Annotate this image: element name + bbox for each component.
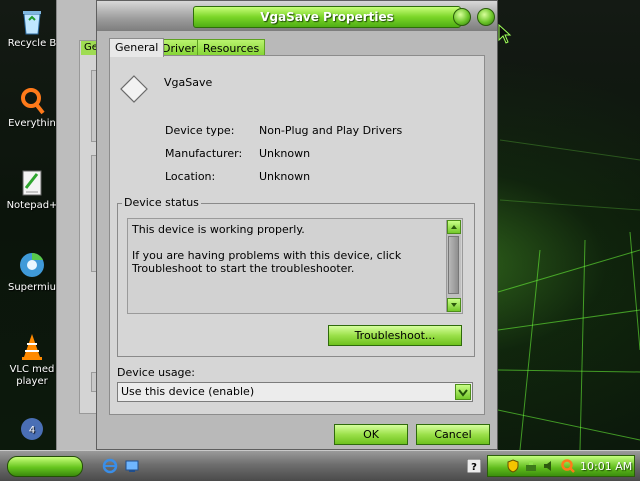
system-tray: 10:01 AM [487, 455, 635, 477]
volume-icon[interactable] [542, 459, 556, 473]
svg-text:4: 4 [29, 425, 35, 436]
troubleshoot-button[interactable]: Troubleshoot... [328, 325, 462, 346]
device-type-label: Device type: [165, 124, 235, 137]
mouse-cursor-icon [498, 24, 512, 44]
general-tab-panel: VgaSave Device type: Non-Plug and Play D… [109, 55, 485, 415]
desktop-icon-label: Recycle B [7, 38, 57, 49]
desktop-icon-label: Supermiu [8, 282, 56, 293]
desktop-icon-label: Everythin [8, 118, 56, 129]
cancel-button[interactable]: Cancel [416, 424, 490, 445]
manufacturer-label: Manufacturer: [165, 147, 243, 160]
network-icon[interactable] [524, 459, 538, 473]
desktop-icon-label: VLC med player [9, 364, 55, 387]
taskbar-clock[interactable]: 10:01 AM [580, 460, 632, 473]
device-status-label: Device status [122, 196, 201, 209]
device-status-group: Device status This device is working pro… [117, 196, 475, 357]
ok-button[interactable]: OK [334, 424, 408, 445]
device-status-text-box[interactable]: This device is working properly. If you … [127, 218, 463, 314]
location-value: Unknown [259, 170, 311, 183]
device-usage-label: Device usage: [117, 366, 196, 379]
desktop-icon-everything[interactable]: Everythin [0, 86, 64, 130]
device-usage-value: Use this device (enable) [121, 385, 255, 398]
desktop-icon-recycle-bin[interactable]: Recycle B [0, 6, 64, 50]
desktop-icon-notepad-plus[interactable]: Notepad+ [0, 168, 64, 212]
recycle-bin-icon [17, 6, 47, 36]
device-name: VgaSave [164, 76, 213, 89]
properties-dialog: VgaSave Properties General Driver Resour… [96, 0, 498, 450]
device-diamond-icon [120, 75, 148, 103]
desktop-icon-supermium[interactable]: Supermiu [0, 250, 64, 294]
status-line-working: This device is working properly. [132, 223, 305, 236]
manufacturer-value: Unknown [259, 147, 311, 160]
svg-text:?: ? [471, 462, 477, 473]
taskbar: ? 10:01 AM [0, 450, 640, 481]
device-type-value: Non-Plug and Play Drivers [259, 124, 403, 137]
supermium-browser-icon [17, 250, 47, 280]
tab-general[interactable]: General [109, 38, 165, 57]
desktop-icon-vlc[interactable]: VLC med player [0, 332, 64, 388]
security-shield-icon[interactable] [506, 459, 520, 473]
scroll-thumb[interactable] [448, 236, 459, 294]
window-title: VgaSave Properties [193, 6, 461, 28]
app-shortcut-icon: 4 [17, 414, 47, 444]
everything-search-tray-icon[interactable] [560, 458, 576, 474]
desktop-icon-partial[interactable]: 4 [0, 414, 64, 444]
title-bar[interactable]: VgaSave Properties [97, 1, 497, 31]
internet-explorer-icon[interactable] [102, 458, 118, 474]
help-icon[interactable]: ? [467, 459, 481, 473]
help-button[interactable] [453, 8, 471, 26]
show-desktop-icon[interactable] [124, 458, 140, 474]
notepad-plus-icon [17, 168, 47, 198]
scroll-down-arrow-icon[interactable] [447, 298, 461, 312]
vlc-cone-icon [17, 332, 47, 362]
close-button[interactable] [477, 8, 495, 26]
status-line-troubleshoot-hint: If you are having problems with this dev… [132, 249, 402, 275]
location-label: Location: [165, 170, 216, 183]
everything-search-icon [17, 86, 47, 116]
scroll-up-arrow-icon[interactable] [447, 220, 461, 234]
start-button[interactable] [7, 456, 83, 477]
desktop-icon-label: Notepad+ [6, 200, 58, 211]
chevron-down-icon[interactable] [455, 384, 471, 400]
status-scrollbar[interactable] [446, 220, 461, 312]
device-usage-select[interactable]: Use this device (enable) [117, 382, 473, 402]
